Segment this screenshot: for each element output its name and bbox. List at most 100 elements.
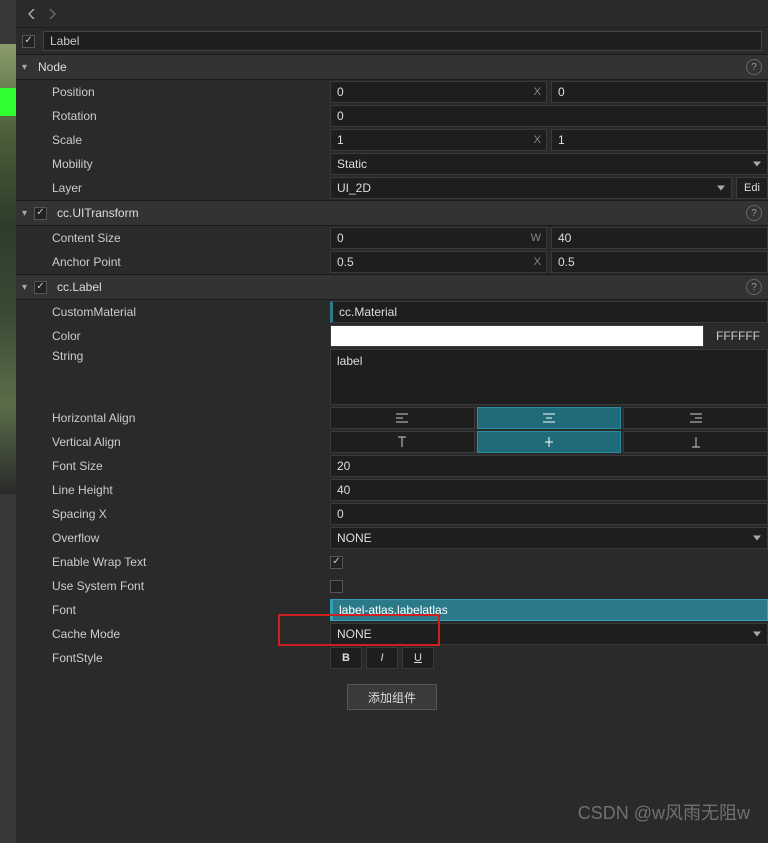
add-component-button[interactable]: 添加组件 [347, 684, 437, 710]
halign-right-button[interactable] [623, 407, 768, 429]
label-spacing-x: Spacing X [52, 507, 330, 521]
row-string: String label [16, 348, 768, 406]
string-textarea[interactable]: label [330, 349, 768, 405]
w-suffix: W [531, 232, 541, 244]
label-string: String [52, 349, 330, 363]
x-suffix: X [534, 256, 541, 268]
x-suffix: X [534, 86, 541, 98]
label-valign: Vertical Align [52, 435, 330, 449]
scale-x-input[interactable] [330, 129, 547, 151]
overflow-select[interactable]: NONE [330, 527, 768, 549]
halign-segment [330, 407, 768, 429]
mobility-select[interactable]: Static [330, 153, 768, 175]
label-cache-mode: Cache Mode [52, 627, 330, 641]
help-icon[interactable]: ? [746, 205, 762, 221]
rotation-input[interactable] [330, 105, 768, 127]
chevron-down-icon: ▾ [22, 62, 34, 73]
component-enabled-checkbox[interactable] [34, 207, 47, 220]
row-enable-wrap: Enable Wrap Text [16, 550, 768, 574]
layer-edit-button[interactable]: Edi [736, 177, 768, 199]
row-horizontal-align: Horizontal Align [16, 406, 768, 430]
line-height-input[interactable] [330, 479, 768, 501]
row-line-height: Line Height [16, 478, 768, 502]
label-font-size: Font Size [52, 459, 330, 473]
label-scale: Scale [52, 133, 330, 147]
label-enable-wrap: Enable Wrap Text [52, 555, 330, 569]
spacing-x-input[interactable] [330, 503, 768, 525]
row-scale: Scale X [16, 128, 768, 152]
help-icon[interactable]: ? [746, 59, 762, 75]
font-asset[interactable]: label-atlas.labelatlas [330, 599, 768, 621]
cache-mode-select[interactable]: NONE [330, 623, 768, 645]
valign-bottom-button[interactable] [623, 431, 768, 453]
bold-button[interactable]: B [330, 647, 362, 669]
halign-center-button[interactable] [477, 407, 622, 429]
x-suffix: X [534, 134, 541, 146]
scale-y-input[interactable] [551, 129, 768, 151]
row-anchor-point: Anchor Point X [16, 250, 768, 274]
position-x-input[interactable] [330, 81, 547, 103]
inspector-panel: ▾ Node ? Position X Rotation Scale X Mob… [16, 0, 768, 843]
color-swatch[interactable] [330, 325, 704, 347]
label-color: Color [52, 329, 330, 343]
custom-material-asset[interactable]: cc.Material [330, 301, 768, 323]
node-name-row [16, 28, 768, 54]
italic-button[interactable]: I [366, 647, 398, 669]
section-title: Node [38, 60, 67, 74]
left-gutter [0, 0, 16, 843]
help-icon[interactable]: ? [746, 279, 762, 295]
enable-wrap-checkbox[interactable] [330, 556, 343, 569]
section-title: cc.UITransform [57, 206, 139, 220]
row-font: Font label-atlas.labelatlas [16, 598, 768, 622]
row-spacing-x: Spacing X [16, 502, 768, 526]
section-header-uitransform[interactable]: ▾ cc.UITransform ? [16, 200, 768, 226]
label-custom-material: CustomMaterial [52, 305, 330, 319]
valign-segment [330, 431, 768, 453]
chevron-down-icon: ▾ [22, 208, 34, 219]
row-cache-mode: Cache Mode NONE [16, 622, 768, 646]
label-position: Position [52, 85, 330, 99]
row-use-system-font: Use System Font [16, 574, 768, 598]
label-use-system-font: Use System Font [52, 579, 330, 593]
underline-button[interactable]: U [402, 647, 434, 669]
label-anchor-point: Anchor Point [52, 255, 330, 269]
label-font: Font [52, 603, 330, 617]
section-header-label[interactable]: ▾ cc.Label ? [16, 274, 768, 300]
nav-back-button[interactable] [22, 4, 42, 24]
valign-top-button[interactable] [330, 431, 475, 453]
row-custom-material: CustomMaterial cc.Material [16, 300, 768, 324]
anchor-x-input[interactable] [330, 251, 547, 273]
row-color: Color FFFFFF [16, 324, 768, 348]
label-line-height: Line Height [52, 483, 330, 497]
position-y-input[interactable] [551, 81, 768, 103]
use-system-font-checkbox[interactable] [330, 580, 343, 593]
row-position: Position X [16, 80, 768, 104]
section-header-node[interactable]: ▾ Node ? [16, 54, 768, 80]
nav-forward-button[interactable] [42, 4, 62, 24]
chevron-down-icon: ▾ [22, 282, 34, 293]
node-active-checkbox[interactable] [22, 35, 35, 48]
color-hex: FFFFFF [708, 325, 768, 347]
row-rotation: Rotation [16, 104, 768, 128]
anchor-y-input[interactable] [551, 251, 768, 273]
row-content-size: Content Size W [16, 226, 768, 250]
row-vertical-align: Vertical Align [16, 430, 768, 454]
row-font-size: Font Size [16, 454, 768, 478]
row-font-style: FontStyle B I U [16, 646, 768, 670]
label-mobility: Mobility [52, 157, 330, 171]
label-layer: Layer [52, 181, 330, 195]
section-title: cc.Label [57, 280, 102, 294]
component-enabled-checkbox[interactable] [34, 281, 47, 294]
label-font-style: FontStyle [52, 651, 330, 665]
halign-left-button[interactable] [330, 407, 475, 429]
font-size-input[interactable] [330, 455, 768, 477]
content-height-input[interactable] [551, 227, 768, 249]
layer-select[interactable]: UI_2D [330, 177, 732, 199]
label-content-size: Content Size [52, 231, 330, 245]
valign-middle-button[interactable] [477, 431, 622, 453]
toolbar [16, 0, 768, 28]
label-rotation: Rotation [52, 109, 330, 123]
node-name-input[interactable] [43, 31, 762, 51]
label-overflow: Overflow [52, 531, 330, 545]
content-width-input[interactable] [330, 227, 547, 249]
